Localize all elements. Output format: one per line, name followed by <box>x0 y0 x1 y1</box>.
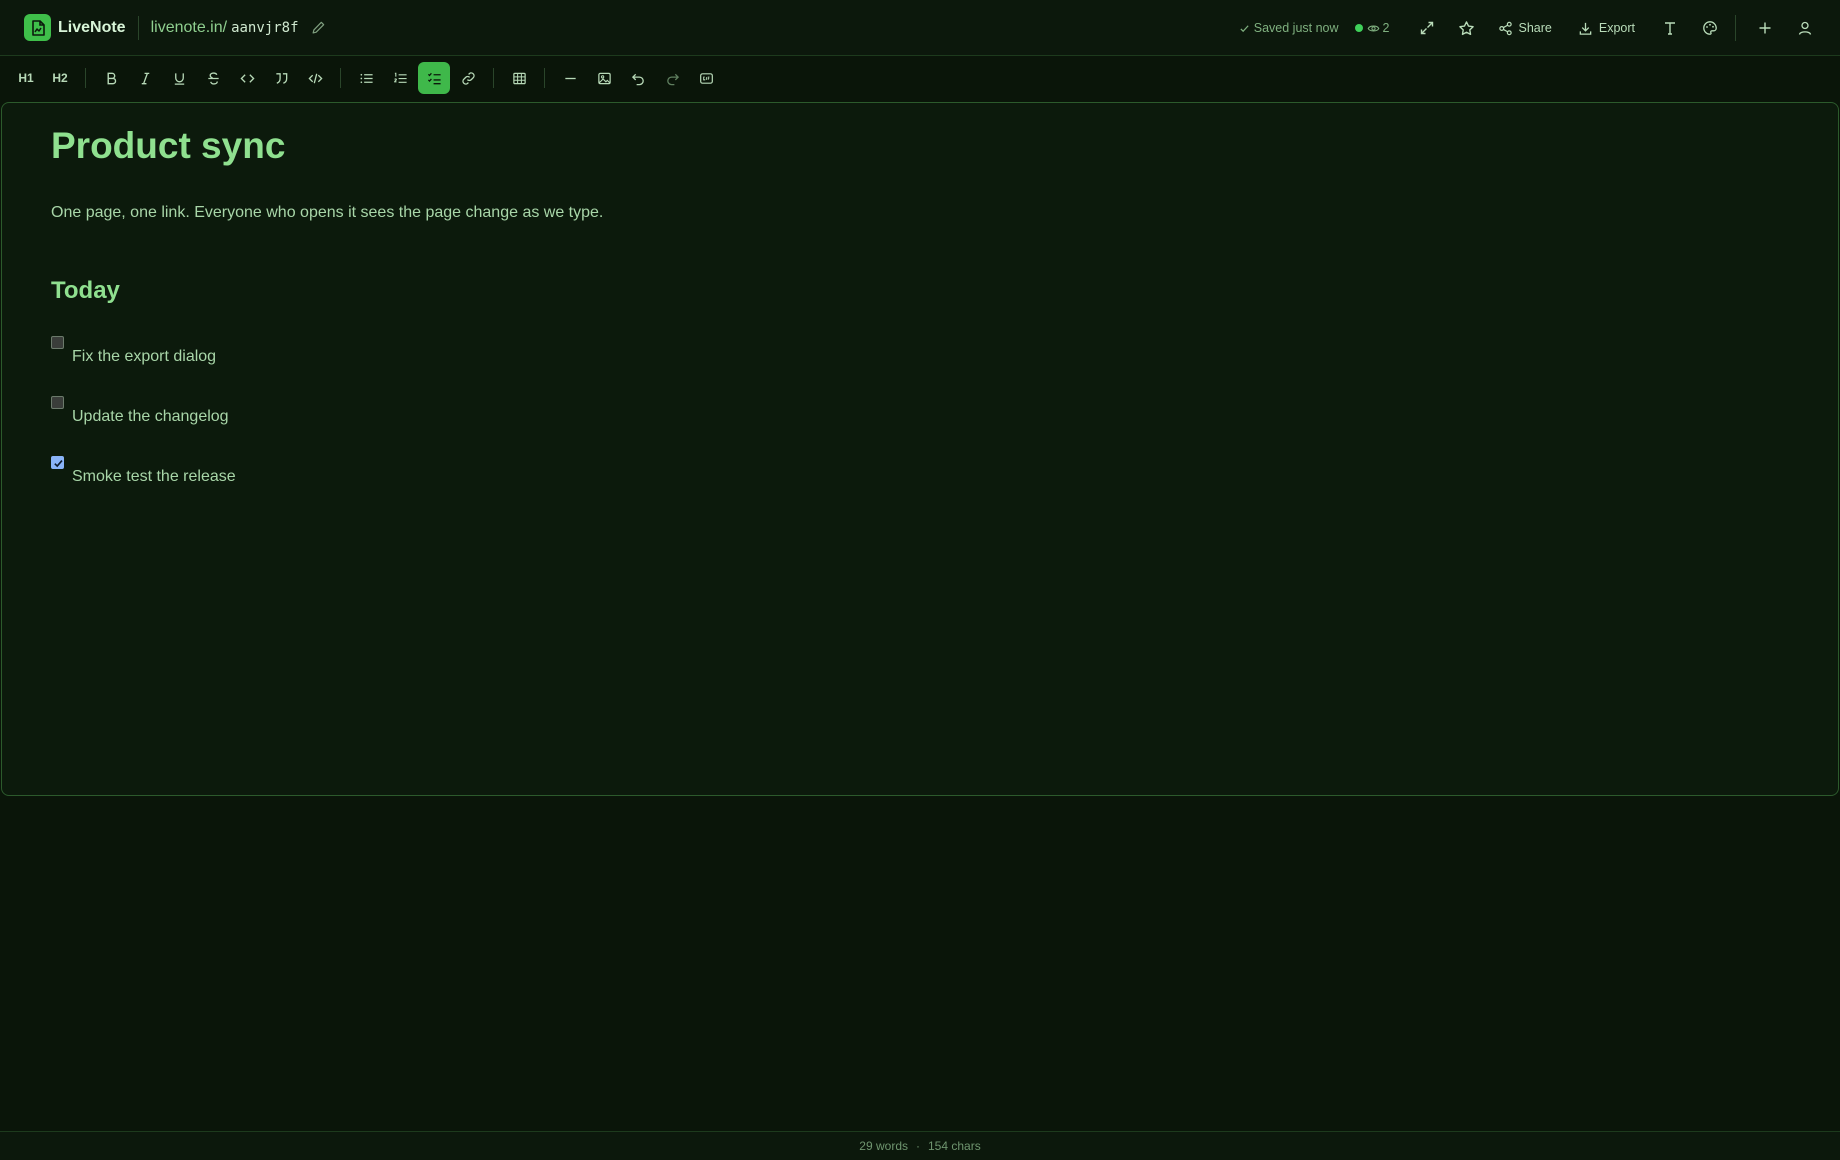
task-checkbox[interactable] <box>51 396 64 409</box>
app-name: LiveNote <box>58 18 126 36</box>
user-icon <box>1798 21 1812 35</box>
word-count: 29 words <box>859 1139 908 1153</box>
toolbar-divider <box>85 68 86 88</box>
inline-code-button[interactable] <box>231 62 263 94</box>
task-item: Update the changelog <box>51 396 229 426</box>
h2-label: H2 <box>52 71 68 85</box>
share-icon <box>1498 21 1512 35</box>
editor-canvas[interactable]: Product sync One page, one link. Everyon… <box>1 102 1839 796</box>
live-indicator <box>1354 24 1363 32</box>
quote-icon <box>275 72 287 84</box>
app-logo-icon <box>24 14 51 41</box>
toolbar-divider <box>340 68 341 88</box>
link-button[interactable] <box>452 62 484 94</box>
export-label: Export <box>1598 21 1635 35</box>
blockquote-button[interactable] <box>265 62 297 94</box>
bold-button[interactable] <box>95 62 127 94</box>
horizontal-rule-icon <box>564 77 576 79</box>
bullet-list-icon <box>360 73 373 83</box>
heading-2-button[interactable]: H2 <box>44 62 76 94</box>
save-status: Saved just now <box>1239 21 1339 35</box>
viewer-count-number: 2 <box>1382 21 1390 35</box>
task-label[interactable]: Fix the export dialog <box>72 348 216 366</box>
undo-icon <box>631 73 644 85</box>
strikethrough-button[interactable] <box>197 62 229 94</box>
code-icon <box>239 73 255 83</box>
task-item: Fix the export dialog <box>51 336 216 366</box>
task-checkbox-checked[interactable] <box>51 456 64 469</box>
account-button[interactable] <box>1788 12 1822 44</box>
top-bar: LiveNote livenote.in/ aanvjr8f Saved jus… <box>0 0 1840 56</box>
expand-icon <box>1420 21 1433 35</box>
code-block-button[interactable] <box>299 62 331 94</box>
document-intro[interactable]: One page, one link. Everyone who opens i… <box>51 204 603 222</box>
strikethrough-icon <box>207 71 219 85</box>
redo-button[interactable] <box>656 62 688 94</box>
download-icon <box>1579 22 1592 35</box>
pencil-icon[interactable] <box>311 20 326 35</box>
status-separator: · <box>916 1139 920 1153</box>
code-block-icon <box>307 73 323 83</box>
table-button[interactable] <box>503 62 535 94</box>
share-button[interactable]: Share <box>1498 12 1552 44</box>
task-checkbox[interactable] <box>51 336 64 349</box>
section-heading[interactable]: Today <box>51 277 120 305</box>
plus-icon <box>1759 22 1771 34</box>
url-slug: aanvjr8f <box>231 19 299 36</box>
task-item: Smoke test the release <box>51 456 236 486</box>
theme-button[interactable] <box>1693 12 1727 44</box>
brand[interactable]: LiveNote <box>24 14 126 41</box>
bullet-list-button[interactable] <box>350 62 382 94</box>
expand-button[interactable] <box>1410 12 1444 44</box>
url-prefix: livenote.in/ <box>150 18 228 36</box>
star-icon <box>1459 20 1474 35</box>
link-icon <box>461 71 475 85</box>
checkmark-icon <box>54 460 63 468</box>
h1-label: H1 <box>18 71 34 85</box>
horizontal-rule-button[interactable] <box>554 62 586 94</box>
numbered-list-button[interactable] <box>384 62 416 94</box>
gif-icon <box>699 72 713 84</box>
export-button[interactable]: Export <box>1578 12 1635 44</box>
underline-icon <box>174 72 184 85</box>
italic-icon <box>141 72 149 84</box>
underline-button[interactable] <box>163 62 195 94</box>
viewer-count: 2 <box>1354 21 1390 35</box>
image-icon <box>597 72 611 84</box>
table-icon <box>512 72 526 84</box>
formatting-toolbar: H1 H2 <box>0 56 1840 100</box>
char-count: 154 chars <box>928 1139 981 1153</box>
divider <box>137 15 139 40</box>
undo-button[interactable] <box>622 62 654 94</box>
document-title[interactable]: Product sync <box>51 125 285 167</box>
redo-icon <box>666 73 679 85</box>
new-note-button[interactable] <box>1748 12 1782 44</box>
gif-button[interactable] <box>690 62 722 94</box>
task-label[interactable]: Smoke test the release <box>72 468 236 486</box>
font-icon <box>1665 22 1675 35</box>
eye-icon <box>1367 25 1379 31</box>
toolbar-divider <box>493 68 494 88</box>
task-list-icon <box>427 72 441 84</box>
favorite-button[interactable] <box>1450 12 1484 44</box>
check-icon <box>1240 24 1249 32</box>
image-button[interactable] <box>588 62 620 94</box>
numbered-list-icon <box>393 72 407 83</box>
task-list-button[interactable] <box>418 62 450 94</box>
italic-button[interactable] <box>129 62 161 94</box>
font-button[interactable] <box>1653 12 1687 44</box>
palette-icon <box>1703 21 1717 35</box>
divider <box>1735 15 1736 41</box>
status-bar: 29 words · 154 chars <box>0 1131 1840 1160</box>
toolbar-divider <box>544 68 545 88</box>
document-url[interactable]: livenote.in/ aanvjr8f <box>151 19 326 37</box>
save-status-text: Saved just now <box>1253 21 1339 35</box>
share-label: Share <box>1518 21 1552 35</box>
task-label[interactable]: Update the changelog <box>72 408 229 426</box>
heading-1-button[interactable]: H1 <box>10 62 42 94</box>
bold-icon <box>107 72 116 84</box>
